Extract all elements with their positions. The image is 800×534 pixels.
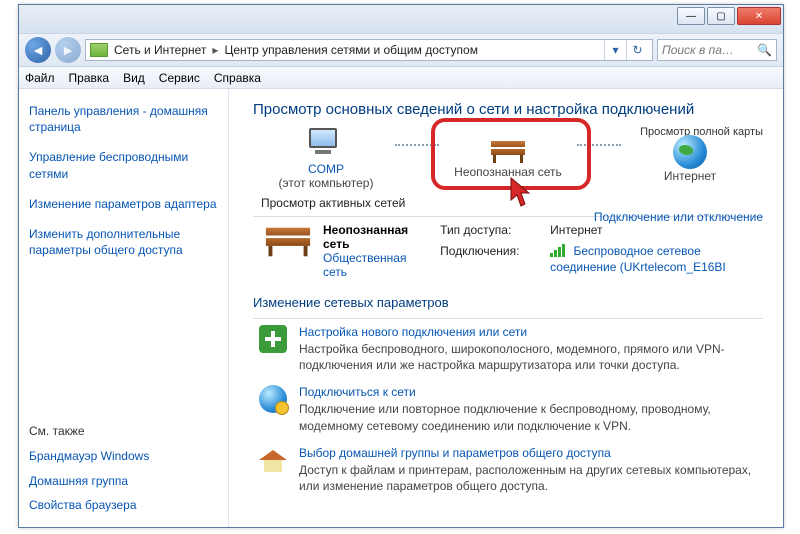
map-net-label: Интернет <box>664 169 716 183</box>
task-connect-title[interactable]: Подключиться к сети <box>299 385 757 399</box>
task-homegroup: Выбор домашней группы и параметров общег… <box>259 446 757 494</box>
breadcrumb-dropdown-icon[interactable]: ▾ <box>604 40 626 60</box>
sidebar-item-sharing[interactable]: Изменить дополнительные параметры общего… <box>29 226 224 258</box>
task-new-connection-title[interactable]: Настройка нового подключения или сети <box>299 325 757 339</box>
maximize-button[interactable]: ▢ <box>707 7 735 25</box>
menu-bar: Файл Правка Вид Сервис Справка <box>19 67 783 89</box>
separator <box>253 318 763 319</box>
close-button[interactable]: ✕ <box>737 7 781 25</box>
prop-access-value: Интернет <box>550 223 763 237</box>
map-line-icon <box>577 144 621 146</box>
see-also-firewall[interactable]: Брандмауэр Windows <box>29 448 224 464</box>
address-bar[interactable]: Сеть и Интернет ▸ Центр управления сетям… <box>85 39 653 61</box>
bench-icon <box>487 139 529 165</box>
menu-edit[interactable]: Правка <box>69 71 110 85</box>
breadcrumb-sep-icon: ▸ <box>212 43 218 57</box>
page-title: Просмотр основных сведений о сети и наст… <box>253 101 763 118</box>
see-also-label: См. также <box>29 424 224 438</box>
homegroup-icon <box>259 446 287 474</box>
connect-disconnect-link[interactable]: Подключение или отключение <box>594 210 763 224</box>
network-type[interactable]: Общественная сеть <box>323 251 408 279</box>
map-internet: Интернет <box>625 135 755 183</box>
network-properties: Тип доступа: Интернет Подключения: Беспр… <box>440 223 763 279</box>
menu-help[interactable]: Справка <box>214 71 261 85</box>
map-line-icon <box>395 144 439 146</box>
prop-conn-key: Подключения: <box>440 244 550 258</box>
active-network-block: Неопознанная сеть Общественная сеть Тип … <box>267 223 763 279</box>
search-icon[interactable]: 🔍 <box>757 43 772 57</box>
task-homegroup-desc: Доступ к файлам и принтерам, расположенн… <box>299 462 757 494</box>
prop-conn-value[interactable]: Беспроводное сетевое соединение (UKrtele… <box>550 244 726 274</box>
address-row: ◄ ► Сеть и Интернет ▸ Центр управления с… <box>19 33 783 67</box>
breadcrumb-seg-1[interactable]: Сеть и Интернет <box>114 43 206 57</box>
network-title: Неопознанная сеть <box>323 223 408 251</box>
sidebar-item-home[interactable]: Панель управления - домашняя страница <box>29 103 224 135</box>
active-networks-label: Просмотр активных сетей <box>261 196 763 210</box>
refresh-button[interactable]: ↻ <box>626 40 648 60</box>
back-button[interactable]: ◄ <box>25 37 51 63</box>
see-also-homegroup[interactable]: Домашняя группа <box>29 473 224 489</box>
task-connect: Подключиться к сети Подключение или повт… <box>259 385 757 433</box>
map-mid-label: Неопознанная сеть <box>454 165 562 179</box>
computer-icon <box>305 128 347 158</box>
window: — ▢ ✕ ◄ ► Сеть и Интернет ▸ Центр управл… <box>18 4 784 528</box>
minimize-button[interactable]: — <box>677 7 705 25</box>
menu-file[interactable]: Файл <box>25 71 55 85</box>
menu-view[interactable]: Вид <box>123 71 145 85</box>
task-connect-desc: Подключение или повторное подключение к … <box>299 401 757 433</box>
body: Панель управления - домашняя страница Уп… <box>19 89 783 527</box>
search-placeholder: Поиск в па… <box>662 43 734 57</box>
prop-access-key: Тип доступа: <box>440 223 550 237</box>
map-unidentified[interactable]: Неопознанная сеть <box>443 139 573 179</box>
network-category-icon <box>90 43 108 57</box>
task-new-connection: Настройка нового подключения или сети На… <box>259 325 757 373</box>
task-new-connection-desc: Настройка беспроводного, широкополосного… <box>299 341 757 373</box>
connect-icon <box>259 385 287 413</box>
network-map: COMP (этот компьютер) Неопознанная сеть … <box>261 128 755 190</box>
content: Просмотр основных сведений о сети и наст… <box>229 89 783 527</box>
globe-icon <box>673 135 707 169</box>
breadcrumb-seg-2[interactable]: Центр управления сетями и общим доступом <box>224 43 478 57</box>
map-comp-sub: (этот компьютер) <box>279 176 374 190</box>
forward-button[interactable]: ► <box>55 37 81 63</box>
section-change-params: Изменение сетевых параметров <box>253 295 763 310</box>
map-comp-label[interactable]: COMP <box>308 162 344 176</box>
map-this-computer: COMP (этот компьютер) <box>261 128 391 190</box>
signal-icon <box>550 244 566 260</box>
task-homegroup-title[interactable]: Выбор домашней группы и параметров общег… <box>299 446 757 460</box>
new-connection-icon <box>259 325 287 353</box>
sidebar-item-adapter[interactable]: Изменение параметров адаптера <box>29 196 224 212</box>
titlebar: — ▢ ✕ <box>19 5 783 33</box>
menu-service[interactable]: Сервис <box>159 71 200 85</box>
see-also-browser[interactable]: Свойства браузера <box>29 497 224 513</box>
search-input[interactable]: Поиск в па… 🔍 <box>657 39 777 61</box>
sidebar: Панель управления - домашняя страница Уп… <box>19 89 229 527</box>
network-bench-icon <box>267 223 309 279</box>
sidebar-item-wireless[interactable]: Управление беспроводными сетями <box>29 149 224 181</box>
